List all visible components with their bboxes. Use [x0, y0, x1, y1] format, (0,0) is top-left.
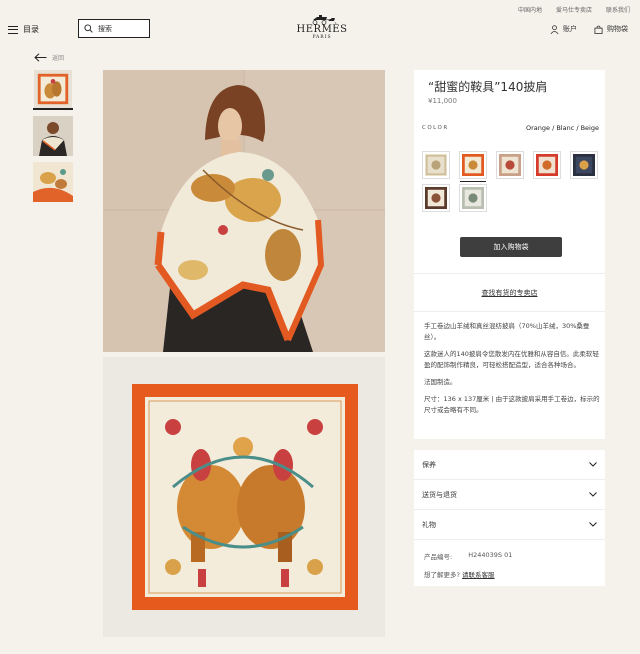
- swatch-navy[interactable]: [570, 151, 598, 179]
- swatch-brown[interactable]: [422, 184, 450, 212]
- bag-button[interactable]: 购物袋: [594, 24, 628, 34]
- region-link[interactable]: 中国内地: [518, 5, 542, 14]
- account-label: 账户: [563, 25, 577, 33]
- description-body: 这款迷人的140披肩令您散发内在优雅和从容自信。此柔软轻盈的配饰制作精良，可轻松…: [424, 350, 599, 369]
- product-code-value: H244039S 01: [468, 551, 513, 559]
- add-to-bag-button[interactable]: 加入购物袋: [460, 237, 562, 257]
- help-text: 想了解更多? 请联系客服: [424, 569, 495, 579]
- back-label: 返回: [52, 55, 65, 62]
- accordion-gift[interactable]: 礼物: [414, 510, 605, 540]
- product-title: “甜蜜的鞍具”140披肩: [428, 80, 548, 94]
- product-image-flat[interactable]: [103, 357, 385, 637]
- product-price: ¥11,000: [428, 97, 457, 105]
- color-swatches: [422, 151, 602, 212]
- brand-name: HERMÈS: [296, 24, 348, 35]
- accordion-shipping[interactable]: 送货与退货: [414, 480, 605, 510]
- color-value: Orange / Blanc / Beige: [526, 124, 599, 132]
- bag-icon: [594, 25, 603, 34]
- description-origin: 法国制造。: [424, 378, 457, 386]
- search-placeholder: 搜索: [98, 24, 112, 33]
- menu-label: 目录: [23, 25, 39, 34]
- description-material: 手工卷边山羊绒和真丝混纺披肩（70%山羊绒，30%桑蚕丝）。: [424, 322, 590, 341]
- accordion-care[interactable]: 保养: [414, 450, 605, 480]
- thumbnail-list: [33, 70, 73, 202]
- swatch-green-grey[interactable]: [459, 184, 487, 212]
- help-question: 想了解更多?: [424, 571, 460, 579]
- back-arrow-icon: [34, 53, 47, 62]
- accordion-shipping-label: 送货与退货: [422, 490, 457, 499]
- menu-button[interactable]: 目录: [8, 24, 39, 35]
- thumbnail-detail[interactable]: [33, 162, 73, 202]
- find-store-link[interactable]: 查找有货的专卖店: [414, 288, 605, 298]
- divider: [414, 273, 605, 274]
- back-link[interactable]: 返回: [34, 53, 64, 62]
- product-details-panel: 保养 送货与退货 礼物 产品编号: H244039S 01 想了解更多? 请联系…: [414, 450, 605, 586]
- divider: [414, 311, 605, 312]
- thumbnail-model[interactable]: [33, 116, 73, 156]
- contact-link[interactable]: 联系我们: [606, 5, 630, 14]
- color-label: COLOR: [422, 125, 449, 131]
- chevron-down-icon: [589, 522, 597, 527]
- product-description: 手工卷边山羊绒和真丝混纺披肩（70%山羊绒，30%桑蚕丝）。 这款迷人的140披…: [424, 321, 602, 422]
- contact-service-link[interactable]: 请联系客服: [462, 571, 495, 579]
- product-code: 产品编号: H244039S 01: [424, 551, 512, 561]
- thumbnail-scarf-flat[interactable]: [33, 70, 73, 110]
- product-panel: “甜蜜的鞍具”140披肩 ¥11,000 COLOR Orange / Blan…: [414, 70, 605, 439]
- swatch-red-beige[interactable]: [496, 151, 524, 179]
- brand-logo[interactable]: HERMÈS PARIS: [294, 14, 350, 40]
- bag-label: 购物袋: [607, 25, 628, 33]
- swatch-red[interactable]: [533, 151, 561, 179]
- chevron-down-icon: [589, 492, 597, 497]
- product-code-label: 产品编号:: [424, 553, 453, 561]
- store-link[interactable]: 爱马仕专卖店: [556, 5, 592, 14]
- accordion-gift-label: 礼物: [422, 520, 436, 529]
- utility-links: 中国内地 爱马仕专卖店 联系我们: [518, 5, 630, 14]
- accordion-care-label: 保养: [422, 460, 436, 469]
- description-size: 尺寸：136 x 137厘米 | 由于这款披肩采用手工卷边，标示的尺寸或会略有不…: [424, 395, 600, 414]
- swatch-beige[interactable]: [422, 151, 450, 179]
- brand-city: PARIS: [312, 35, 332, 40]
- hamburger-icon: [8, 25, 18, 34]
- product-image-model[interactable]: [103, 70, 385, 352]
- account-icon: [550, 24, 559, 34]
- chevron-down-icon: [589, 462, 597, 467]
- swatch-orange[interactable]: [459, 151, 487, 182]
- search-input[interactable]: 搜索: [78, 19, 150, 38]
- account-button[interactable]: 账户: [550, 24, 577, 34]
- search-icon: [84, 24, 93, 33]
